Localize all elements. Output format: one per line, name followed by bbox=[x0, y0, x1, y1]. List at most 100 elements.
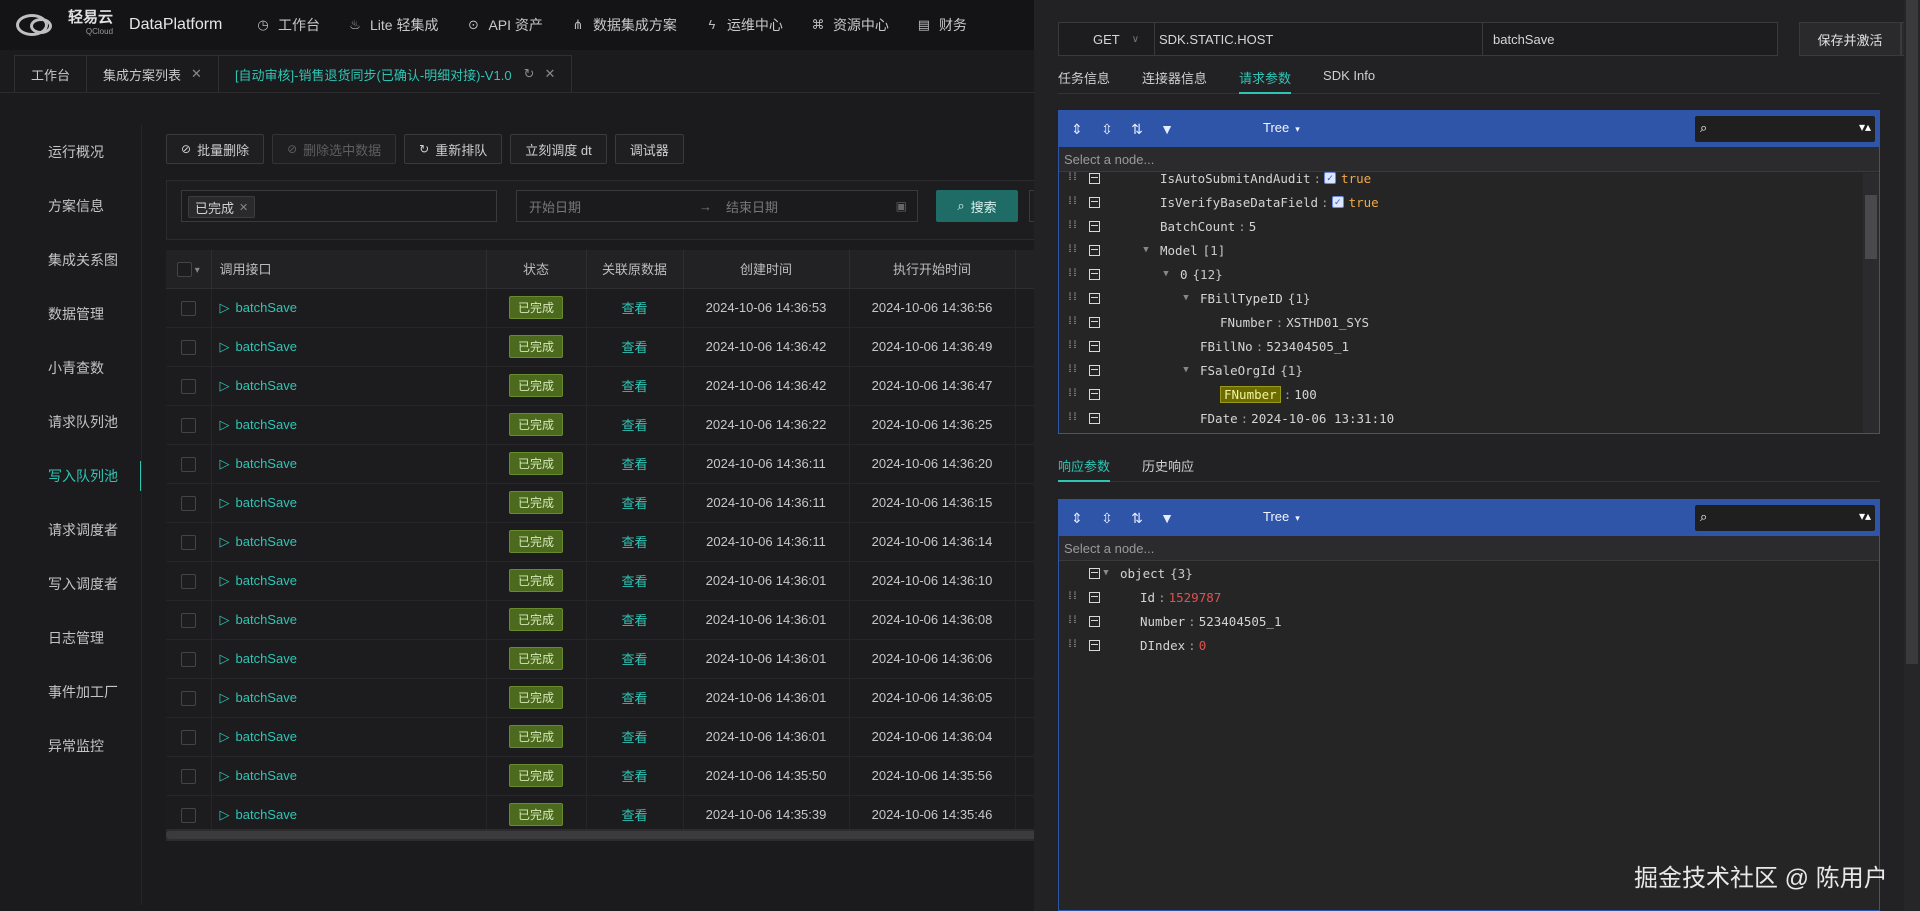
view-link[interactable]: 查看 bbox=[621, 613, 647, 628]
node-key[interactable]: IsAutoSubmitAndAudit bbox=[1160, 171, 1311, 186]
select-all-header[interactable]: ▾ bbox=[166, 250, 212, 289]
dispatch-now-button[interactable]: 立刻调度 dt bbox=[510, 134, 607, 164]
collapse-all-icon[interactable]: ⇳ bbox=[1095, 506, 1119, 530]
drag-handle-icon[interactable]: ⁞⁞ bbox=[1067, 413, 1079, 423]
tree-node[interactable]: ⁞⁞ FNumber:100 bbox=[1059, 382, 1879, 406]
table-row[interactable]: ▷ batchSave 已完成 查看 2024-10-06 14:36:01 2024-1… bbox=[166, 678, 1046, 718]
panel-tab-1[interactable]: 连接器信息 bbox=[1142, 60, 1207, 93]
row-select-cell[interactable] bbox=[166, 756, 212, 796]
nav-item-2[interactable]: ⊙ API 资产 bbox=[466, 15, 543, 35]
context-menu-icon[interactable] bbox=[1089, 244, 1100, 256]
view-link[interactable]: 查看 bbox=[621, 808, 647, 823]
table-row[interactable]: ▷ batchSave 已完成 查看 2024-10-06 14:36:01 2024-1… bbox=[166, 717, 1046, 757]
context-menu-icon[interactable] bbox=[1089, 567, 1100, 579]
row-select-cell[interactable] bbox=[166, 639, 212, 679]
node-value[interactable]: true bbox=[1341, 171, 1371, 186]
tag-close-icon[interactable]: ✕ bbox=[239, 201, 248, 214]
scrollbar-thumb[interactable] bbox=[166, 831, 1046, 839]
row-checkbox[interactable] bbox=[180, 573, 196, 589]
view-link[interactable]: 查看 bbox=[621, 340, 647, 355]
context-menu-icon[interactable] bbox=[1089, 340, 1100, 352]
context-menu-icon[interactable] bbox=[1089, 292, 1100, 304]
row-select-cell[interactable] bbox=[166, 561, 212, 601]
row-select-cell[interactable] bbox=[166, 678, 212, 718]
reload-icon[interactable]: ↻ bbox=[524, 66, 535, 82]
view-link[interactable]: 查看 bbox=[621, 379, 647, 394]
table-row[interactable]: ▷ batchSave 已完成 查看 2024-10-06 14:36:42 2024-1… bbox=[166, 327, 1046, 367]
row-select-cell[interactable] bbox=[166, 522, 212, 562]
drag-handle-icon[interactable]: ⁞⁞ bbox=[1067, 365, 1079, 375]
node-key[interactable]: FSaleOrgId bbox=[1200, 363, 1275, 378]
editor-search[interactable]: ⌕ ▾▴ bbox=[1695, 116, 1875, 142]
requeue-button[interactable]: ↻ 重新排队 bbox=[404, 134, 503, 164]
row-select-cell[interactable] bbox=[166, 483, 212, 523]
expand-toggle-icon[interactable]: ▼ bbox=[1180, 293, 1192, 303]
expand-toggle-icon[interactable]: ▼ bbox=[1180, 365, 1192, 375]
row-checkbox[interactable] bbox=[180, 378, 196, 394]
node-value[interactable]: XSTHD01_SYS bbox=[1286, 315, 1369, 330]
api-link[interactable]: ▷ batchSave bbox=[220, 690, 297, 705]
menu-item-2[interactable]: 集成关系图 bbox=[0, 233, 142, 287]
date-range-picker[interactable]: 开始日期 → 结束日期 ▣ bbox=[516, 190, 918, 222]
tab-2[interactable]: [自动审核]-销售退货同步(已确认-明细对接)-V1.0 ↻ ✕ bbox=[218, 55, 573, 92]
host-input[interactable]: SDK.STATIC.HOST bbox=[1155, 23, 1483, 55]
drag-handle-icon[interactable]: ⁞⁞ bbox=[1067, 341, 1079, 351]
search-nav-icon[interactable]: ▾▴ bbox=[1859, 509, 1871, 523]
table-row[interactable]: ▷ batchSave 已完成 查看 2024-10-06 14:36:11 2024-1… bbox=[166, 483, 1046, 523]
context-menu-icon[interactable] bbox=[1089, 364, 1100, 376]
row-checkbox[interactable] bbox=[180, 651, 196, 667]
nav-item-6[interactable]: ▤ 财务 bbox=[917, 15, 967, 35]
menu-item-7[interactable]: 请求调度者 bbox=[0, 503, 142, 557]
row-select-cell[interactable] bbox=[166, 444, 212, 484]
action-input[interactable]: batchSave bbox=[1483, 32, 1777, 47]
node-key[interactable]: IsVerifyBaseDataField bbox=[1160, 195, 1318, 210]
tree-node[interactable]: ⁞⁞ ▼ Model [1] bbox=[1059, 238, 1879, 262]
menu-item-4[interactable]: 小青查数 bbox=[0, 341, 142, 395]
mode-select[interactable]: Tree ▾ bbox=[1263, 509, 1300, 524]
menu-item-0[interactable]: 运行概况 bbox=[0, 125, 142, 179]
end-date-input[interactable]: 结束日期 bbox=[726, 197, 896, 216]
context-menu-icon[interactable] bbox=[1089, 591, 1100, 603]
drag-handle-icon[interactable]: ⁞⁞ bbox=[1067, 197, 1079, 207]
node-key[interactable]: FBillNo bbox=[1200, 339, 1253, 354]
expand-all-icon[interactable]: ⇕ bbox=[1065, 117, 1089, 141]
delete-selected-button[interactable]: ⊘ 删除选中数据 bbox=[272, 134, 397, 164]
tree-node[interactable]: ⁞⁞ FDate:2024-10-06 13:31:10 bbox=[1059, 406, 1879, 430]
status-select[interactable]: 已完成 ✕ bbox=[181, 190, 497, 222]
row-select-cell[interactable] bbox=[166, 717, 212, 757]
table-row[interactable]: ▷ batchSave 已完成 查看 2024-10-06 14:36:01 2024-1… bbox=[166, 600, 1046, 640]
api-link[interactable]: ▷ batchSave bbox=[220, 495, 297, 510]
table-horizontal-scrollbar[interactable] bbox=[166, 829, 1046, 841]
drag-handle-icon[interactable]: ⁞⁞ bbox=[1067, 245, 1079, 255]
api-link[interactable]: ▷ batchSave bbox=[220, 612, 297, 627]
tree-node[interactable]: ⁞⁞ ▼ FSaleOrgId {1} bbox=[1059, 358, 1879, 382]
menu-item-10[interactable]: 事件加工厂 bbox=[0, 665, 142, 719]
menu-item-6[interactable]: 写入队列池 bbox=[0, 449, 142, 503]
tree-node[interactable]: ⁞⁞ FBillNo:523404505_1 bbox=[1059, 334, 1879, 358]
row-select-cell[interactable] bbox=[166, 600, 212, 640]
row-select-cell[interactable] bbox=[166, 327, 212, 367]
view-link[interactable]: 查看 bbox=[621, 535, 647, 550]
context-menu-icon[interactable] bbox=[1089, 220, 1100, 232]
drag-handle-icon[interactable]: ⁞⁞ bbox=[1067, 317, 1079, 327]
api-link[interactable]: ▷ batchSave bbox=[220, 456, 297, 471]
table-row[interactable]: ▷ batchSave 已完成 查看 2024-10-06 14:35:50 2024-1… bbox=[166, 756, 1046, 796]
api-link[interactable]: ▷ batchSave bbox=[220, 417, 297, 432]
filter-icon[interactable]: ▼ bbox=[1155, 506, 1179, 530]
drag-handle-icon[interactable]: ⁞⁞ bbox=[1067, 592, 1079, 602]
start-date-input[interactable]: 开始日期 bbox=[529, 197, 699, 216]
row-checkbox[interactable] bbox=[180, 612, 196, 628]
tree-node[interactable]: ⁞⁞ Number:523404505_1 bbox=[1059, 609, 1879, 633]
nav-item-4[interactable]: ϟ 运维中心 bbox=[705, 15, 782, 35]
view-link[interactable]: 查看 bbox=[621, 691, 647, 706]
save-activate-button[interactable]: 保存并激活 bbox=[1799, 22, 1901, 56]
row-checkbox[interactable] bbox=[180, 417, 196, 433]
drag-handle-icon[interactable]: ⁞⁞ bbox=[1067, 221, 1079, 231]
view-link[interactable]: 查看 bbox=[621, 769, 647, 784]
tree-node[interactable]: ⁞⁞ FNumber: XSTHD01_SYS bbox=[1059, 310, 1879, 334]
api-link[interactable]: ▷ batchSave bbox=[220, 339, 297, 354]
node-value[interactable]: true bbox=[1349, 195, 1379, 210]
tree-node[interactable]: ⁞⁞ ▼ FBillTypeID {1} bbox=[1059, 286, 1879, 310]
row-checkbox[interactable] bbox=[180, 807, 196, 823]
table-row[interactable]: ▷ batchSave 已完成 查看 2024-10-06 14:36:22 2024-1… bbox=[166, 405, 1046, 445]
